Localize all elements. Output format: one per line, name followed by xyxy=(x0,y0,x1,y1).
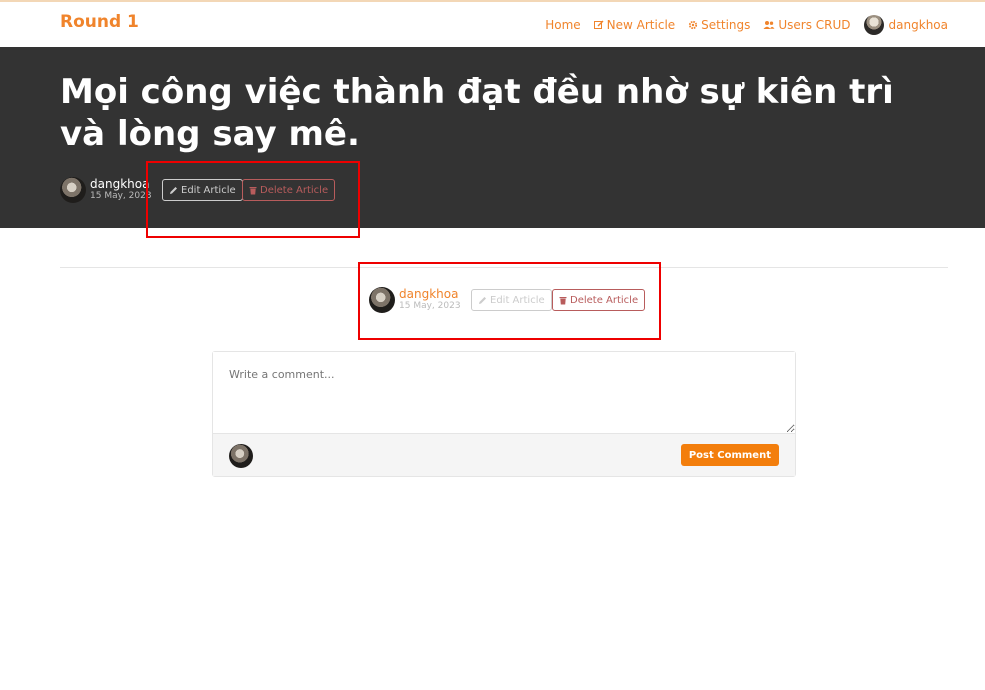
article-title: Mọi công việc thành đạt đều nhờ sự kiên … xyxy=(60,72,894,154)
nav-username: dangkhoa xyxy=(888,18,948,32)
nav-settings[interactable]: Settings xyxy=(688,18,750,32)
highlight-box-bottom xyxy=(358,262,661,340)
article-meta-top: dangkhoa 15 May, 2023 xyxy=(60,177,152,203)
nav-home-label: Home xyxy=(545,18,581,32)
comment-input[interactable] xyxy=(213,352,795,433)
avatar xyxy=(863,15,884,35)
article-date: 15 May, 2023 xyxy=(90,191,152,201)
comment-form-footer: Post Comment xyxy=(213,433,795,476)
nav-users-crud[interactable]: Users CRUD xyxy=(763,18,851,32)
edit-icon xyxy=(593,20,604,29)
avatar xyxy=(229,444,253,468)
nav-home[interactable]: Home xyxy=(545,18,580,32)
meta-info: dangkhoa 15 May, 2023 xyxy=(90,178,152,202)
nav-profile[interactable]: dangkhoa xyxy=(863,15,948,35)
nav-menu: Home New Article Settings Users CRUD dan… xyxy=(532,15,948,35)
gear-icon xyxy=(689,20,698,30)
users-icon xyxy=(763,21,775,29)
nav-new-article-label: New Article xyxy=(606,18,676,32)
brand-logo[interactable]: Round 1 xyxy=(60,12,139,32)
post-comment-button[interactable]: Post Comment xyxy=(680,444,779,466)
comment-form: Post Comment xyxy=(212,351,796,477)
highlight-box-top xyxy=(146,161,360,238)
author-name[interactable]: dangkhoa xyxy=(90,178,152,191)
author-avatar[interactable] xyxy=(60,177,86,203)
nav-settings-label: Settings xyxy=(701,18,751,32)
nav-users-crud-label: Users CRUD xyxy=(778,18,851,32)
navbar: Round 1 Home New Article Settings Users … xyxy=(0,2,985,47)
nav-new-article[interactable]: New Article xyxy=(593,18,676,32)
